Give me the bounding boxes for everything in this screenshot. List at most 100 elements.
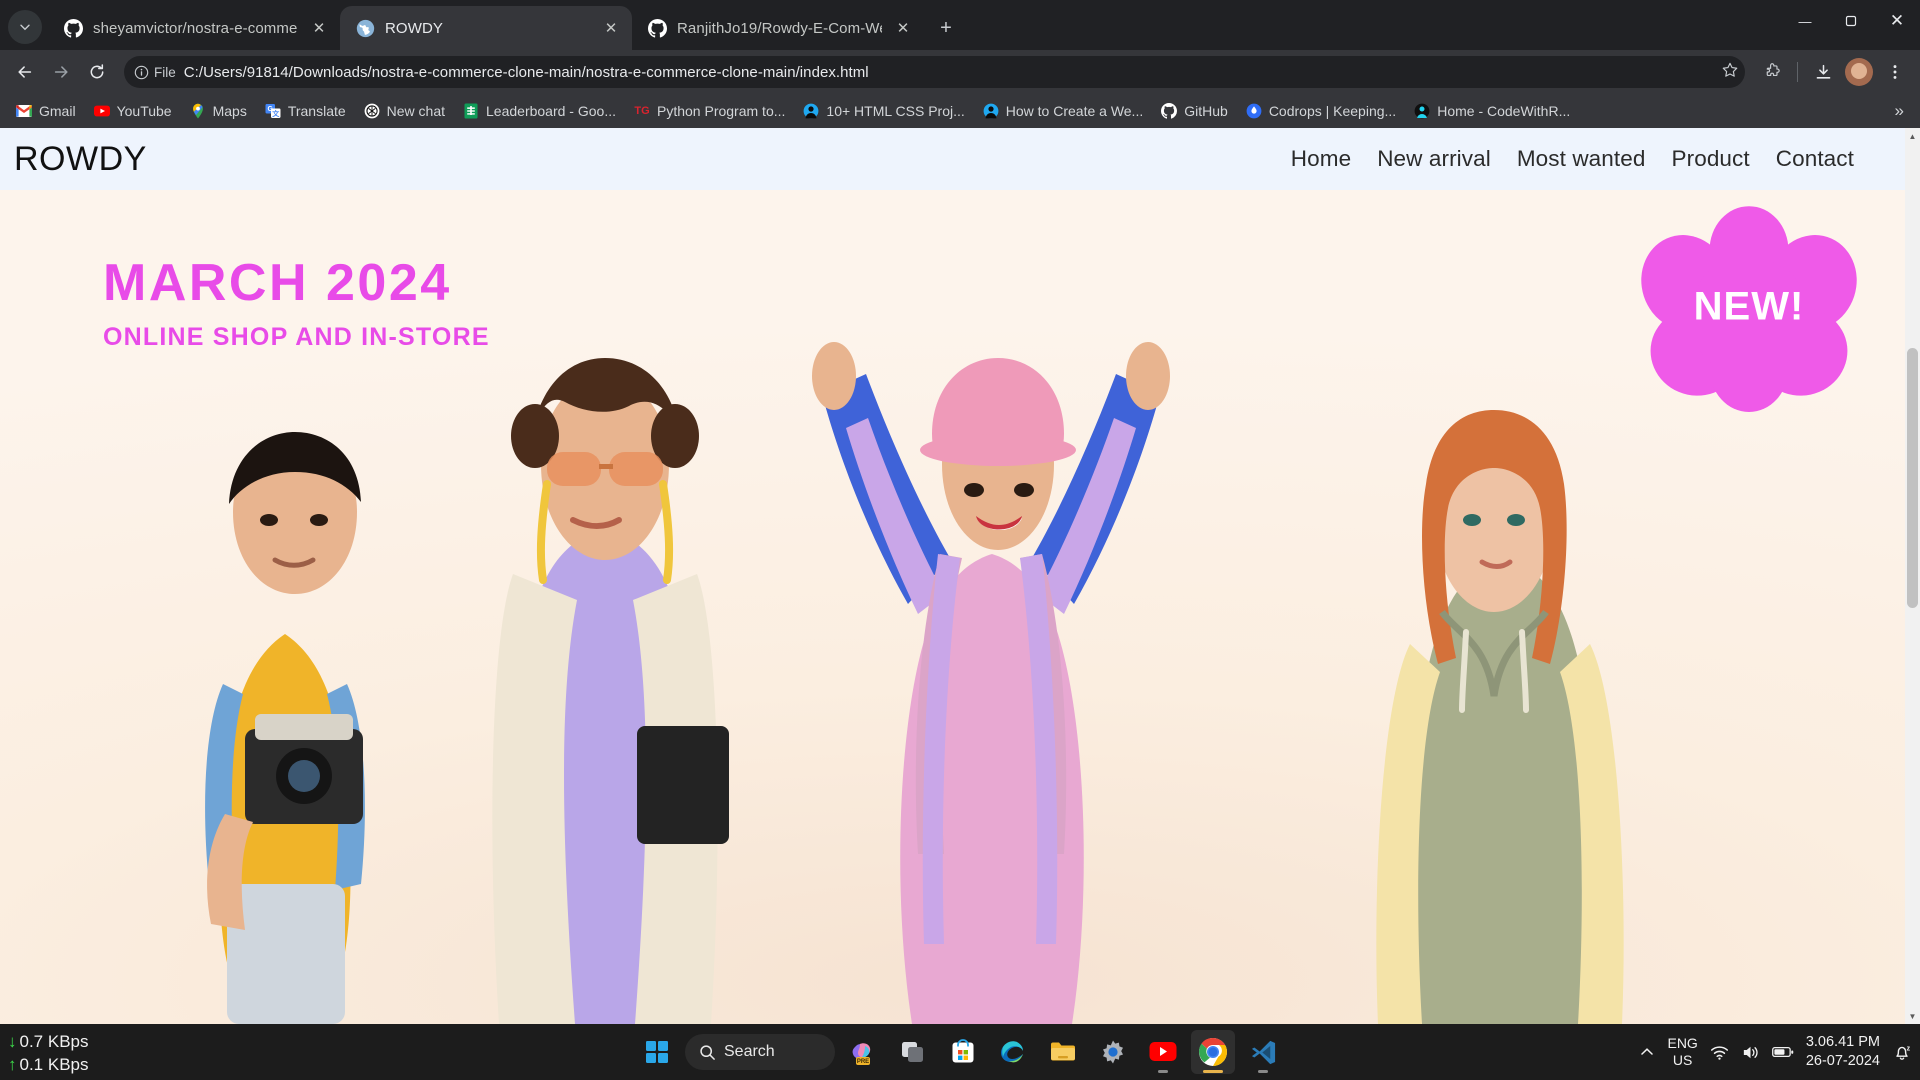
youtube-icon [93,103,110,119]
toolbar-divider [1797,62,1798,82]
file-scheme-chip[interactable]: File [134,65,176,80]
clock-widget[interactable]: 3.06.41 PM 26-07-2024 [1806,1033,1880,1071]
taskbar-search-label: Search [724,1043,775,1060]
forward-button[interactable] [44,55,78,89]
start-button[interactable] [635,1030,679,1074]
bookmark-maps[interactable]: Maps [182,99,255,123]
browser-tab-1[interactable]: sheyamvictor/nostra-e-commer ✕ [48,6,340,50]
battery-icon [1771,1046,1794,1058]
battery-button[interactable] [1771,1045,1794,1059]
hero-section: MARCH 2024 ONLINE SHOP AND IN-STORE NEW! [0,190,1920,1024]
close-window-button[interactable]: ✕ [1874,0,1920,42]
taskbar-app-chrome[interactable] [1191,1030,1235,1074]
sheets-icon [463,103,479,119]
notification-center-button[interactable]: z [1892,1042,1912,1062]
taskbar-app-settings[interactable] [1091,1030,1135,1074]
translate-icon: G 文 [265,103,281,119]
bookmark-codewithrandom[interactable]: Home - CodeWithR... [1406,99,1578,123]
bookmark-label: Python Program to... [657,103,786,119]
taskbar-app-microsoft-store[interactable] [941,1030,985,1074]
nav-link-most-wanted[interactable]: Most wanted [1517,146,1646,172]
new-tab-button[interactable]: + [930,12,962,44]
taskbar-app-task-view[interactable] [891,1030,935,1074]
model-4-figure [1376,410,1624,1024]
scroll-down-arrow-icon[interactable]: ▼ [1905,1008,1920,1024]
bookmark-label: Gmail [39,103,76,119]
minimize-button[interactable]: — [1782,0,1828,42]
codrops-icon [1246,103,1262,119]
browser-tab-3[interactable]: RanjithJo19/Rowdy-E-Com-Web ✕ [632,6,924,50]
bookmark-youtube[interactable]: YouTube [86,99,180,123]
taskbar-app-edge[interactable] [991,1030,1035,1074]
back-button[interactable] [8,55,42,89]
page-scrollbar[interactable]: ▲ ▼ [1905,128,1920,1024]
site-logo[interactable]: ROWDY [14,140,147,179]
extensions-button[interactable] [1755,55,1789,89]
network-speed-monitor: ↓ 0.7 KBps ↑ 0.1 KBps [8,1030,89,1076]
hero-title: MARCH 2024 [103,254,452,312]
input-language-indicator[interactable]: ENG US [1667,1035,1697,1069]
language-line-1: ENG [1667,1035,1698,1051]
address-bar[interactable]: File C:/Users/91814/Downloads/nostra-e-c… [124,56,1745,88]
bookmark-new-chat[interactable]: New chat [356,99,453,123]
bookmark-star-button[interactable] [1721,61,1739,83]
bookmarks-overflow-button[interactable]: » [1889,99,1910,123]
taskbar-app-copilot[interactable]: PRE [841,1030,885,1074]
bookmark-gmail[interactable]: Gmail [8,99,84,123]
maximize-button[interactable] [1828,0,1874,42]
scroll-up-arrow-icon[interactable]: ▲ [1905,128,1920,144]
bookmark-html-css-projects[interactable]: 10+ HTML CSS Proj... [795,99,972,123]
nav-link-contact[interactable]: Contact [1776,146,1854,172]
volume-button[interactable] [1741,1043,1760,1062]
person-cyan-icon [1414,103,1430,119]
bookmark-python-program[interactable]: TG Python Program to... [626,99,793,123]
tab-close-button[interactable]: ✕ [600,17,622,39]
reload-button[interactable] [80,55,114,89]
vscode-icon [1251,1040,1275,1064]
avatar-icon [1845,58,1873,86]
nav-link-home[interactable]: Home [1291,146,1351,172]
taskbar-app-youtube[interactable] [1141,1030,1185,1074]
bookmark-codrops[interactable]: Codrops | Keeping... [1238,99,1404,123]
running-indicator [1158,1070,1168,1073]
svg-text:z: z [1907,1045,1911,1052]
microsoft-store-icon [952,1039,974,1063]
hero-subtitle: ONLINE SHOP AND IN-STORE [103,323,490,351]
tab-close-button[interactable]: ✕ [308,17,330,39]
bookmark-github[interactable]: GitHub [1153,99,1236,123]
tab-title: sheyamvictor/nostra-e-commer [93,19,298,37]
bookmark-leaderboard[interactable]: Leaderboard - Goo... [455,99,624,123]
wifi-button[interactable] [1710,1043,1729,1062]
bookmark-translate[interactable]: G 文 Translate [257,99,354,123]
tab-search-button[interactable] [8,10,42,44]
scrollbar-thumb[interactable] [1907,348,1918,608]
nav-link-product[interactable]: Product [1672,146,1750,172]
bookmark-label: GitHub [1184,103,1228,119]
taskbar-app-vscode[interactable] [1241,1030,1285,1074]
chevron-up-icon [1641,1048,1654,1055]
bookmark-label: Translate [287,103,346,119]
nav-link-new-arrival[interactable]: New arrival [1377,146,1491,172]
tab-close-button[interactable]: ✕ [892,17,914,39]
gmail-icon [16,103,32,119]
chrome-menu-button[interactable] [1878,55,1912,89]
downloads-button[interactable] [1806,55,1840,89]
browser-tab-2[interactable]: ROWDY ✕ [340,6,632,50]
taskbar-app-file-explorer[interactable] [1041,1030,1085,1074]
network-upload-value: 0.1 KBps [19,1055,89,1074]
back-arrow-icon [18,66,32,78]
new-badge[interactable]: NEW! [1638,204,1860,412]
openai-icon [364,103,380,119]
tab-strip: sheyamvictor/nostra-e-commer ✕ ROWDY ✕ R… [0,0,1920,50]
chrome-browser-window: sheyamvictor/nostra-e-commer ✕ ROWDY ✕ R… [0,0,1920,1024]
bookmark-label: YouTube [116,103,172,119]
language-line-2: US [1672,1052,1693,1068]
profile-button[interactable] [1842,55,1876,89]
forward-arrow-icon [54,66,68,78]
taskbar-search-button[interactable]: Search [685,1034,835,1070]
tab-title: ROWDY [385,19,443,37]
github-icon [64,18,83,38]
clock-date: 26-07-2024 [1805,1053,1880,1069]
bookmark-how-to-create-a-website[interactable]: How to Create a We... [975,99,1151,123]
tray-overflow-button[interactable] [1639,1044,1655,1060]
